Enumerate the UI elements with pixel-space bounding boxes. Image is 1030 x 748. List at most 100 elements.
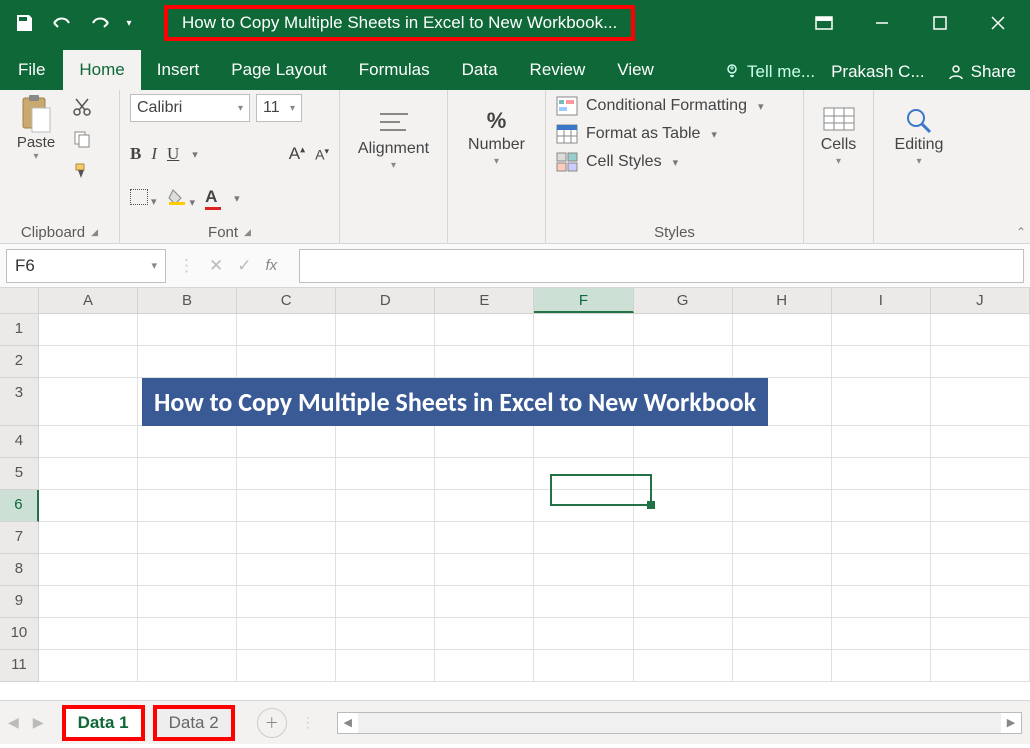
- cut-button[interactable]: [68, 94, 96, 120]
- tab-formulas[interactable]: Formulas: [343, 50, 446, 90]
- cell[interactable]: [435, 458, 534, 490]
- cell[interactable]: [237, 458, 336, 490]
- cell[interactable]: [534, 346, 633, 378]
- select-all-button[interactable]: [0, 288, 39, 313]
- cell[interactable]: [336, 522, 435, 554]
- name-box[interactable]: F6▾: [6, 249, 166, 283]
- sheet-nav-prev-button[interactable]: ◀: [8, 714, 19, 731]
- cell[interactable]: [534, 554, 633, 586]
- cell[interactable]: [634, 586, 733, 618]
- account-name[interactable]: Prakash C...: [823, 54, 933, 90]
- cell[interactable]: [435, 426, 534, 458]
- row-header-1[interactable]: 1: [0, 314, 39, 346]
- shrink-font-button[interactable]: A▾: [315, 146, 329, 163]
- alignment-button[interactable]: Alignment ▾: [350, 94, 437, 171]
- cell[interactable]: [435, 554, 534, 586]
- tell-me-search[interactable]: Tell me...: [715, 54, 823, 90]
- cell[interactable]: [435, 490, 534, 522]
- cell[interactable]: [931, 314, 1030, 346]
- cell[interactable]: [138, 490, 237, 522]
- scroll-left-button[interactable]: ◀: [338, 716, 358, 729]
- close-button[interactable]: [972, 5, 1024, 41]
- clipboard-dialog-launcher[interactable]: ◢: [91, 227, 98, 238]
- cell[interactable]: [138, 314, 237, 346]
- column-header-C[interactable]: C: [237, 288, 336, 313]
- enter-formula-button[interactable]: ✓: [237, 256, 251, 276]
- cell[interactable]: [39, 458, 138, 490]
- cell[interactable]: [534, 618, 633, 650]
- cell[interactable]: [336, 586, 435, 618]
- editing-button[interactable]: Editing ▾: [884, 94, 954, 167]
- cell[interactable]: [931, 490, 1030, 522]
- cell[interactable]: [39, 426, 138, 458]
- cell[interactable]: [832, 522, 931, 554]
- cell[interactable]: [336, 618, 435, 650]
- ribbon-display-button[interactable]: [798, 5, 850, 41]
- fill-handle[interactable]: [647, 501, 655, 509]
- cell[interactable]: [832, 650, 931, 682]
- row-header-7[interactable]: 7: [0, 522, 39, 554]
- row-header-3[interactable]: 3: [0, 378, 39, 426]
- row-header-10[interactable]: 10: [0, 618, 39, 650]
- cell[interactable]: [336, 426, 435, 458]
- paste-button[interactable]: Paste ▾: [10, 94, 62, 184]
- cell[interactable]: [534, 522, 633, 554]
- cell[interactable]: [832, 554, 931, 586]
- cell[interactable]: [733, 522, 832, 554]
- cell[interactable]: [336, 490, 435, 522]
- fill-color-button[interactable]: ▾: [167, 188, 196, 209]
- underline-button[interactable]: U: [167, 144, 179, 164]
- cell[interactable]: [634, 346, 733, 378]
- column-header-A[interactable]: A: [39, 288, 138, 313]
- cell[interactable]: [733, 426, 832, 458]
- cell[interactable]: [237, 490, 336, 522]
- cell[interactable]: [832, 586, 931, 618]
- cell[interactable]: [931, 346, 1030, 378]
- cell[interactable]: [733, 314, 832, 346]
- collapse-ribbon-button[interactable]: ⌃: [1016, 225, 1026, 239]
- row-header-4[interactable]: 4: [0, 426, 39, 458]
- font-name-dropdown[interactable]: Calibri▾: [130, 94, 250, 122]
- italic-button[interactable]: I: [151, 144, 157, 164]
- sheet-tab-data-2[interactable]: Data 2: [153, 705, 235, 741]
- cell[interactable]: [237, 522, 336, 554]
- cell[interactable]: [138, 346, 237, 378]
- font-size-dropdown[interactable]: 11▾: [256, 94, 302, 122]
- cell-styles-button[interactable]: Cell Styles▾: [556, 152, 793, 172]
- font-dialog-launcher[interactable]: ◢: [244, 227, 251, 238]
- maximize-button[interactable]: [914, 5, 966, 41]
- cell[interactable]: [534, 586, 633, 618]
- scroll-right-button[interactable]: ▶: [1001, 716, 1021, 729]
- cell[interactable]: [435, 314, 534, 346]
- cell[interactable]: [237, 586, 336, 618]
- cells-button[interactable]: Cells ▾: [814, 94, 863, 167]
- cell[interactable]: [832, 426, 931, 458]
- cell[interactable]: [534, 650, 633, 682]
- cell[interactable]: [435, 522, 534, 554]
- cell[interactable]: [39, 586, 138, 618]
- cell[interactable]: [832, 346, 931, 378]
- cell[interactable]: [138, 554, 237, 586]
- cell[interactable]: [237, 554, 336, 586]
- font-color-button[interactable]: A: [205, 187, 221, 210]
- format-as-table-button[interactable]: Format as Table▾: [556, 124, 793, 144]
- cell[interactable]: [435, 586, 534, 618]
- cell[interactable]: [733, 458, 832, 490]
- cancel-formula-button[interactable]: ✕: [209, 256, 223, 276]
- row-header-9[interactable]: 9: [0, 586, 39, 618]
- cell[interactable]: [435, 650, 534, 682]
- share-button[interactable]: Share: [933, 54, 1030, 90]
- qat-customize-button[interactable]: ▾: [120, 5, 138, 41]
- cell[interactable]: [931, 378, 1030, 426]
- cell[interactable]: [634, 522, 733, 554]
- cell[interactable]: [832, 490, 931, 522]
- row-header-11[interactable]: 11: [0, 650, 39, 682]
- cell[interactable]: [832, 314, 931, 346]
- tab-review[interactable]: Review: [514, 50, 602, 90]
- cell[interactable]: [336, 554, 435, 586]
- cell[interactable]: [733, 490, 832, 522]
- cell[interactable]: [733, 346, 832, 378]
- cell[interactable]: [39, 378, 138, 426]
- column-header-E[interactable]: E: [435, 288, 534, 313]
- new-sheet-button[interactable]: ＋: [257, 708, 287, 738]
